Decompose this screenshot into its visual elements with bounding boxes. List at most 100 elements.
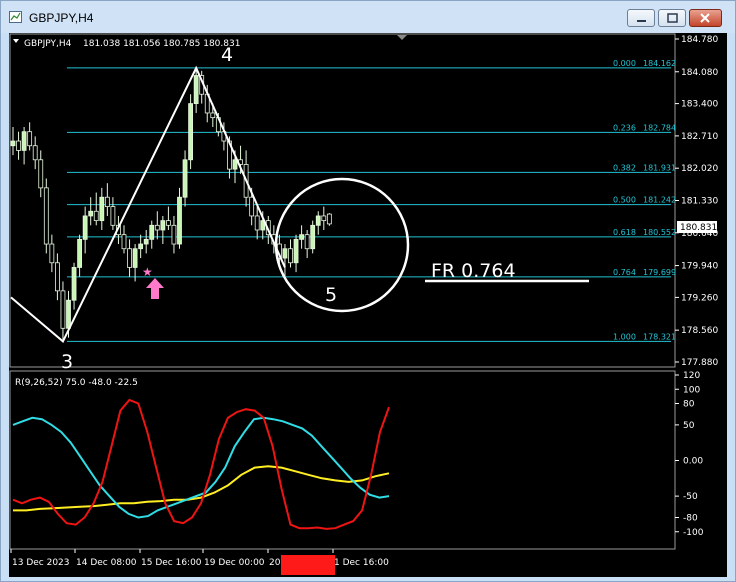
- indicator-tick-label: 0.00: [683, 457, 703, 467]
- price-panel: [9, 33, 676, 368]
- candle-body: [288, 248, 293, 264]
- fib-level-label: 0.382: [613, 163, 636, 172]
- terminal-window: GBPJPY,H4 0.000 184.162 0.236 182.784 0.382 1…: [0, 0, 736, 582]
- candle-body: [60, 290, 66, 329]
- fib-level-label: 0.000: [613, 59, 636, 68]
- chart-area[interactable]: 0.000 184.162 0.236 182.784 0.382 181.931 0.50…: [9, 33, 727, 577]
- fib-level-label: 0.500: [613, 196, 636, 205]
- time-tick-label: 14 Dec 08:00: [76, 558, 137, 568]
- restore-icon: [667, 13, 678, 23]
- star-marker-icon: ★: [142, 265, 153, 279]
- candle-body: [127, 248, 132, 268]
- candle-body: [99, 196, 105, 222]
- price-tick-label: 184.080: [681, 68, 718, 78]
- candle-body: [88, 210, 94, 217]
- indicator-tick-label: 50: [683, 421, 695, 431]
- candle-body: [315, 215, 321, 226]
- candle-body: [293, 238, 299, 264]
- time-tick-label: 20: [269, 558, 281, 568]
- candle-body: [49, 243, 55, 264]
- minimize-button[interactable]: [627, 9, 655, 27]
- fib-level-label: 0.764: [613, 268, 636, 277]
- fib-level-price: 178.321: [643, 332, 676, 341]
- candle-body: [326, 213, 332, 225]
- indicator-tick-label: 120: [683, 371, 700, 381]
- candle-body: [16, 140, 21, 151]
- fib-level-price: 181.242: [643, 196, 676, 205]
- fib-level-price: 180.552: [643, 228, 676, 237]
- candle-body: [193, 75, 199, 104]
- candle-body: [188, 103, 194, 161]
- minimize-icon: [637, 20, 646, 22]
- candle-body: [154, 224, 160, 231]
- price-tick-label: 184.780: [681, 35, 718, 45]
- candle-body: [32, 145, 38, 161]
- time-tick-label: 13 Dec 2023: [12, 558, 70, 568]
- price-tick-label: 179.940: [681, 262, 718, 272]
- chart-app-icon: [9, 11, 22, 23]
- candle-body: [66, 299, 71, 329]
- candle-body: [249, 196, 255, 217]
- wave-label-5: 5: [325, 284, 337, 306]
- candle-body: [182, 159, 188, 198]
- price-tick-label: 178.560: [681, 326, 718, 336]
- candle-body: [299, 234, 305, 240]
- fib-level-price: 182.784: [643, 123, 676, 132]
- wave-label-3: 3: [61, 351, 73, 373]
- price-axis: 184.780 184.080 183.400 182.710 182.020 181.3…: [675, 35, 718, 368]
- candle-body: [210, 112, 216, 119]
- price-tick-label: 182.710: [681, 132, 718, 142]
- price-tick-label: 182.020: [681, 164, 718, 174]
- price-tick-label: 177.880: [681, 358, 718, 368]
- candle-body: [104, 196, 110, 207]
- candle-body: [254, 215, 260, 231]
- price-chart[interactable]: 0.000 184.162 0.236 182.784 0.382 181.931 0.50…: [9, 33, 727, 577]
- candle-body: [132, 248, 138, 268]
- time-tick-label: 19 Dec 00:00: [204, 558, 265, 568]
- candle-body: [10, 140, 16, 147]
- indicator-panel: [9, 370, 676, 550]
- candle-body: [282, 248, 288, 259]
- candle-body: [43, 187, 49, 245]
- close-button[interactable]: [689, 9, 722, 27]
- candle-body: [93, 210, 99, 222]
- fib-level-label: 0.236: [613, 123, 636, 132]
- candle-body: [21, 131, 27, 151]
- price-tick-label: 179.260: [681, 293, 718, 303]
- candle-body: [165, 220, 171, 226]
- candle-body: [27, 131, 33, 147]
- fib-level-label: 1.000: [613, 332, 636, 341]
- time-tick-label: 15 Dec 16:00: [141, 558, 202, 568]
- fib-level-price: 181.931: [643, 163, 676, 172]
- wave-label-4: 4: [221, 44, 233, 66]
- indicator-label: R(9,26,52) 75.0 -48.0 -22.5: [15, 378, 138, 388]
- candle-body: [82, 215, 88, 240]
- current-price-value: 180.831: [680, 223, 717, 233]
- candle-body: [321, 215, 327, 222]
- time-tick-label: 1 Dec 16:00: [334, 558, 389, 568]
- symbol-label: GBPJPY,H4: [24, 39, 72, 49]
- candle-body: [177, 196, 182, 245]
- window-title: GBPJPY,H4: [29, 11, 94, 25]
- close-icon: [700, 13, 710, 23]
- candle-body: [304, 234, 310, 250]
- candle-body: [71, 267, 77, 301]
- restore-button[interactable]: [658, 9, 686, 27]
- candle-body: [110, 206, 116, 226]
- indicator-axis: 120 100 80 50 0.00 -50 -80 -100: [675, 371, 704, 538]
- candle-body: [55, 262, 60, 292]
- title-bar[interactable]: GBPJPY,H4: [1, 1, 735, 33]
- fib-level-label: 0.618: [613, 228, 636, 237]
- candle-body: [232, 159, 238, 170]
- price-tick-label: 181.330: [681, 197, 718, 207]
- price-tick-label: 183.400: [681, 100, 718, 110]
- candle-body: [171, 224, 177, 245]
- indicator-tick-label: -50: [683, 492, 698, 502]
- ohlc-label: 181.038 181.056 180.785 180.831: [83, 39, 240, 49]
- candle-body: [77, 238, 82, 268]
- time-axis-highlight: [281, 555, 335, 575]
- candle-body: [38, 159, 44, 189]
- candle-body: [160, 220, 166, 231]
- candle-body: [310, 224, 316, 250]
- candle-body: [121, 234, 127, 250]
